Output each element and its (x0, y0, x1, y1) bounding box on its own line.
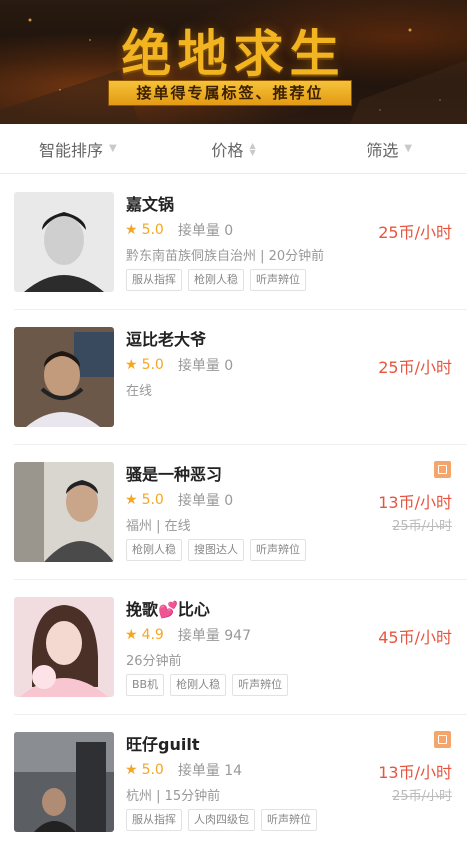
location-time: 在线 (126, 384, 153, 399)
avatar-photo (14, 192, 114, 292)
rating: 5.0 (141, 357, 164, 373)
player-name: 嘉文锅 (126, 195, 175, 214)
tag-list: 服从指挥 人肉四级包 听声辨位 (126, 809, 317, 831)
player-name: 旺仔guilt (126, 735, 200, 754)
tag: 服从指挥 (126, 269, 182, 291)
tag: 听声辨位 (232, 674, 289, 696)
list-item[interactable]: 嘉文锅 ★ 5.0 接单量 0 黔东南苗族侗族自治州 | 20分钟前 服从指挥 … (0, 175, 467, 310)
tag: 听声辨位 (261, 809, 317, 831)
caret-down-icon: ▼ (404, 143, 413, 154)
star-icon: ★ (125, 357, 138, 373)
rating: 5.0 (141, 222, 164, 238)
tag: 听声辨位 (250, 269, 306, 291)
order-count: 接单量 947 (177, 628, 251, 644)
avatar (14, 732, 114, 832)
rating: 4.9 (141, 627, 164, 643)
location-time: 福州 | 在线 (126, 519, 191, 534)
player-stats: ★ 5.0 接单量 0 (125, 490, 233, 510)
player-stats: ★ 5.0 接单量 14 (125, 760, 242, 780)
banner-subtitle: 接单得专属标签、推荐位 (108, 80, 352, 106)
star-icon: ★ (125, 222, 138, 238)
price: 45币/小时 (378, 628, 452, 647)
avatar-photo (14, 462, 114, 562)
player-stats: ★ 5.0 接单量 0 (125, 355, 233, 375)
avatar-photo (14, 732, 114, 832)
location-time: 黔东南苗族侗族自治州 | 20分钟前 (126, 249, 325, 264)
original-price: 25币/小时 (392, 789, 452, 804)
star-icon: ★ (125, 492, 138, 508)
avatar (14, 327, 114, 427)
price: 25币/小时 (378, 358, 452, 377)
order-count: 接单量 0 (177, 493, 234, 509)
price: 25币/小时 (378, 223, 452, 242)
order-count: 接单量 0 (177, 358, 234, 374)
promo-badge-icon (434, 461, 451, 478)
price-label: 价格 (211, 140, 244, 160)
tag: 人肉四级包 (188, 809, 255, 831)
player-list: 嘉文锅 ★ 5.0 接单量 0 黔东南苗族侗族自治州 | 20分钟前 服从指挥 … (0, 175, 467, 844)
promo-badge-icon (434, 731, 451, 748)
sort-arrows-icon: ▲ ▼ (249, 140, 256, 157)
player-name: 骚是一种恶习 (126, 465, 223, 484)
location-time: 26分钟前 (126, 654, 182, 669)
rating: 5.0 (141, 492, 164, 508)
avatar-photo (14, 597, 114, 697)
tag-list: BB机 枪刚人稳 听声辨位 (126, 674, 289, 696)
tag: 服从指挥 (126, 809, 182, 831)
player-name: 逗比老大爷 (126, 330, 207, 349)
tag: 枪刚人稳 (126, 539, 182, 561)
filter-bar: 智能排序 ▼ 价格 ▲ ▼ 筛选 ▼ (0, 124, 467, 174)
order-count: 接单量 14 (177, 763, 243, 779)
tag: 枪刚人稳 (188, 269, 244, 291)
player-name: 挽歌💕比心 (126, 600, 210, 619)
filter-dropdown[interactable]: 筛选 ▼ (311, 137, 467, 161)
list-item[interactable]: 旺仔guilt ★ 5.0 接单量 14 杭州 | 15分钟前 服从指挥 人肉四… (0, 715, 467, 844)
list-item[interactable]: 骚是一种恶习 ★ 5.0 接单量 0 福州 | 在线 枪刚人稳 搜图达人 听声辨… (0, 445, 467, 580)
caret-down-icon: ▼ (108, 143, 117, 154)
location-time: 杭州 | 15分钟前 (126, 789, 221, 804)
original-price: 25币/小时 (392, 519, 452, 534)
avatar-photo (14, 327, 114, 427)
filter-label: 筛选 (366, 140, 399, 160)
star-icon: ★ (125, 762, 138, 778)
price: 13币/小时 (378, 763, 452, 782)
banner-title: 绝地求生 (121, 25, 346, 83)
avatar (14, 597, 114, 697)
tag: 枪刚人稳 (170, 674, 227, 696)
list-item[interactable]: 逗比老大爷 ★ 5.0 接单量 0 在线 25币/小时 (0, 310, 467, 445)
rating: 5.0 (141, 762, 164, 778)
tag: 搜图达人 (188, 539, 244, 561)
tag: 听声辨位 (250, 539, 306, 561)
avatar (14, 462, 114, 562)
price-sort[interactable]: 价格 ▲ ▼ (156, 137, 312, 161)
banner[interactable]: 绝地求生 接单得专属标签、推荐位 (0, 0, 467, 124)
price: 13币/小时 (378, 493, 452, 512)
avatar (14, 192, 114, 292)
player-stats: ★ 4.9 接单量 947 (125, 625, 251, 645)
tag-list: 服从指挥 枪刚人稳 听声辨位 (126, 269, 306, 291)
player-stats: ★ 5.0 接单量 0 (125, 220, 233, 240)
tag: BB机 (126, 674, 165, 696)
star-icon: ★ (125, 627, 138, 643)
list-item[interactable]: 挽歌💕比心 ★ 4.9 接单量 947 26分钟前 BB机 枪刚人稳 听声辨位 … (0, 580, 467, 715)
sort-label: 智能排序 (38, 140, 103, 160)
sort-dropdown[interactable]: 智能排序 ▼ (0, 137, 156, 161)
order-count: 接单量 0 (177, 223, 234, 239)
tag-list: 枪刚人稳 搜图达人 听声辨位 (126, 539, 306, 561)
